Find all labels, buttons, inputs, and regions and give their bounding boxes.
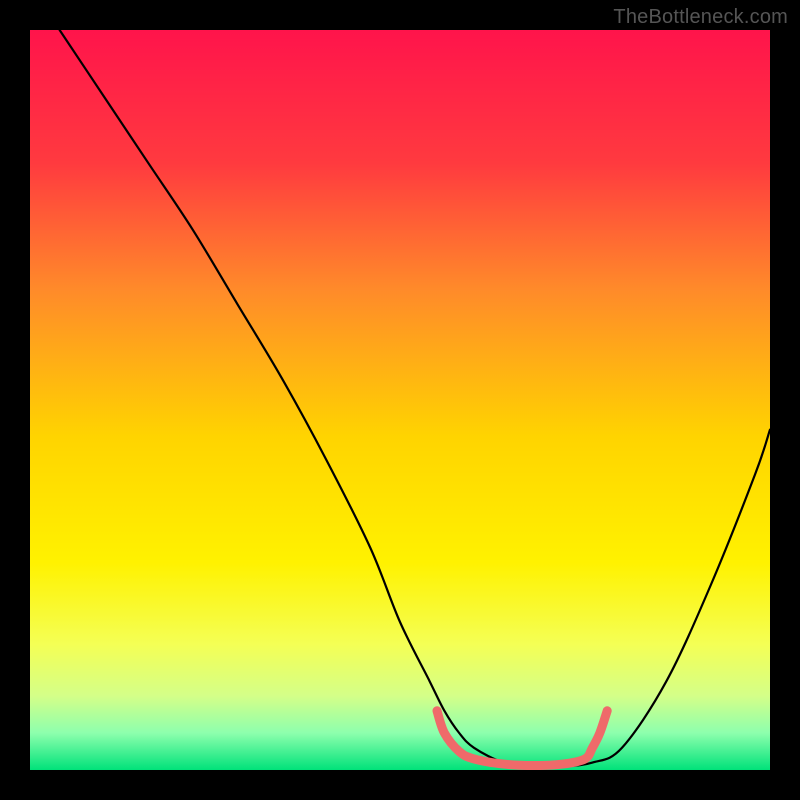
heat-gradient-background [30,30,770,770]
chart-svg [0,0,800,800]
bottleneck-chart: TheBottleneck.com [0,0,800,800]
watermark-text: TheBottleneck.com [613,6,788,29]
